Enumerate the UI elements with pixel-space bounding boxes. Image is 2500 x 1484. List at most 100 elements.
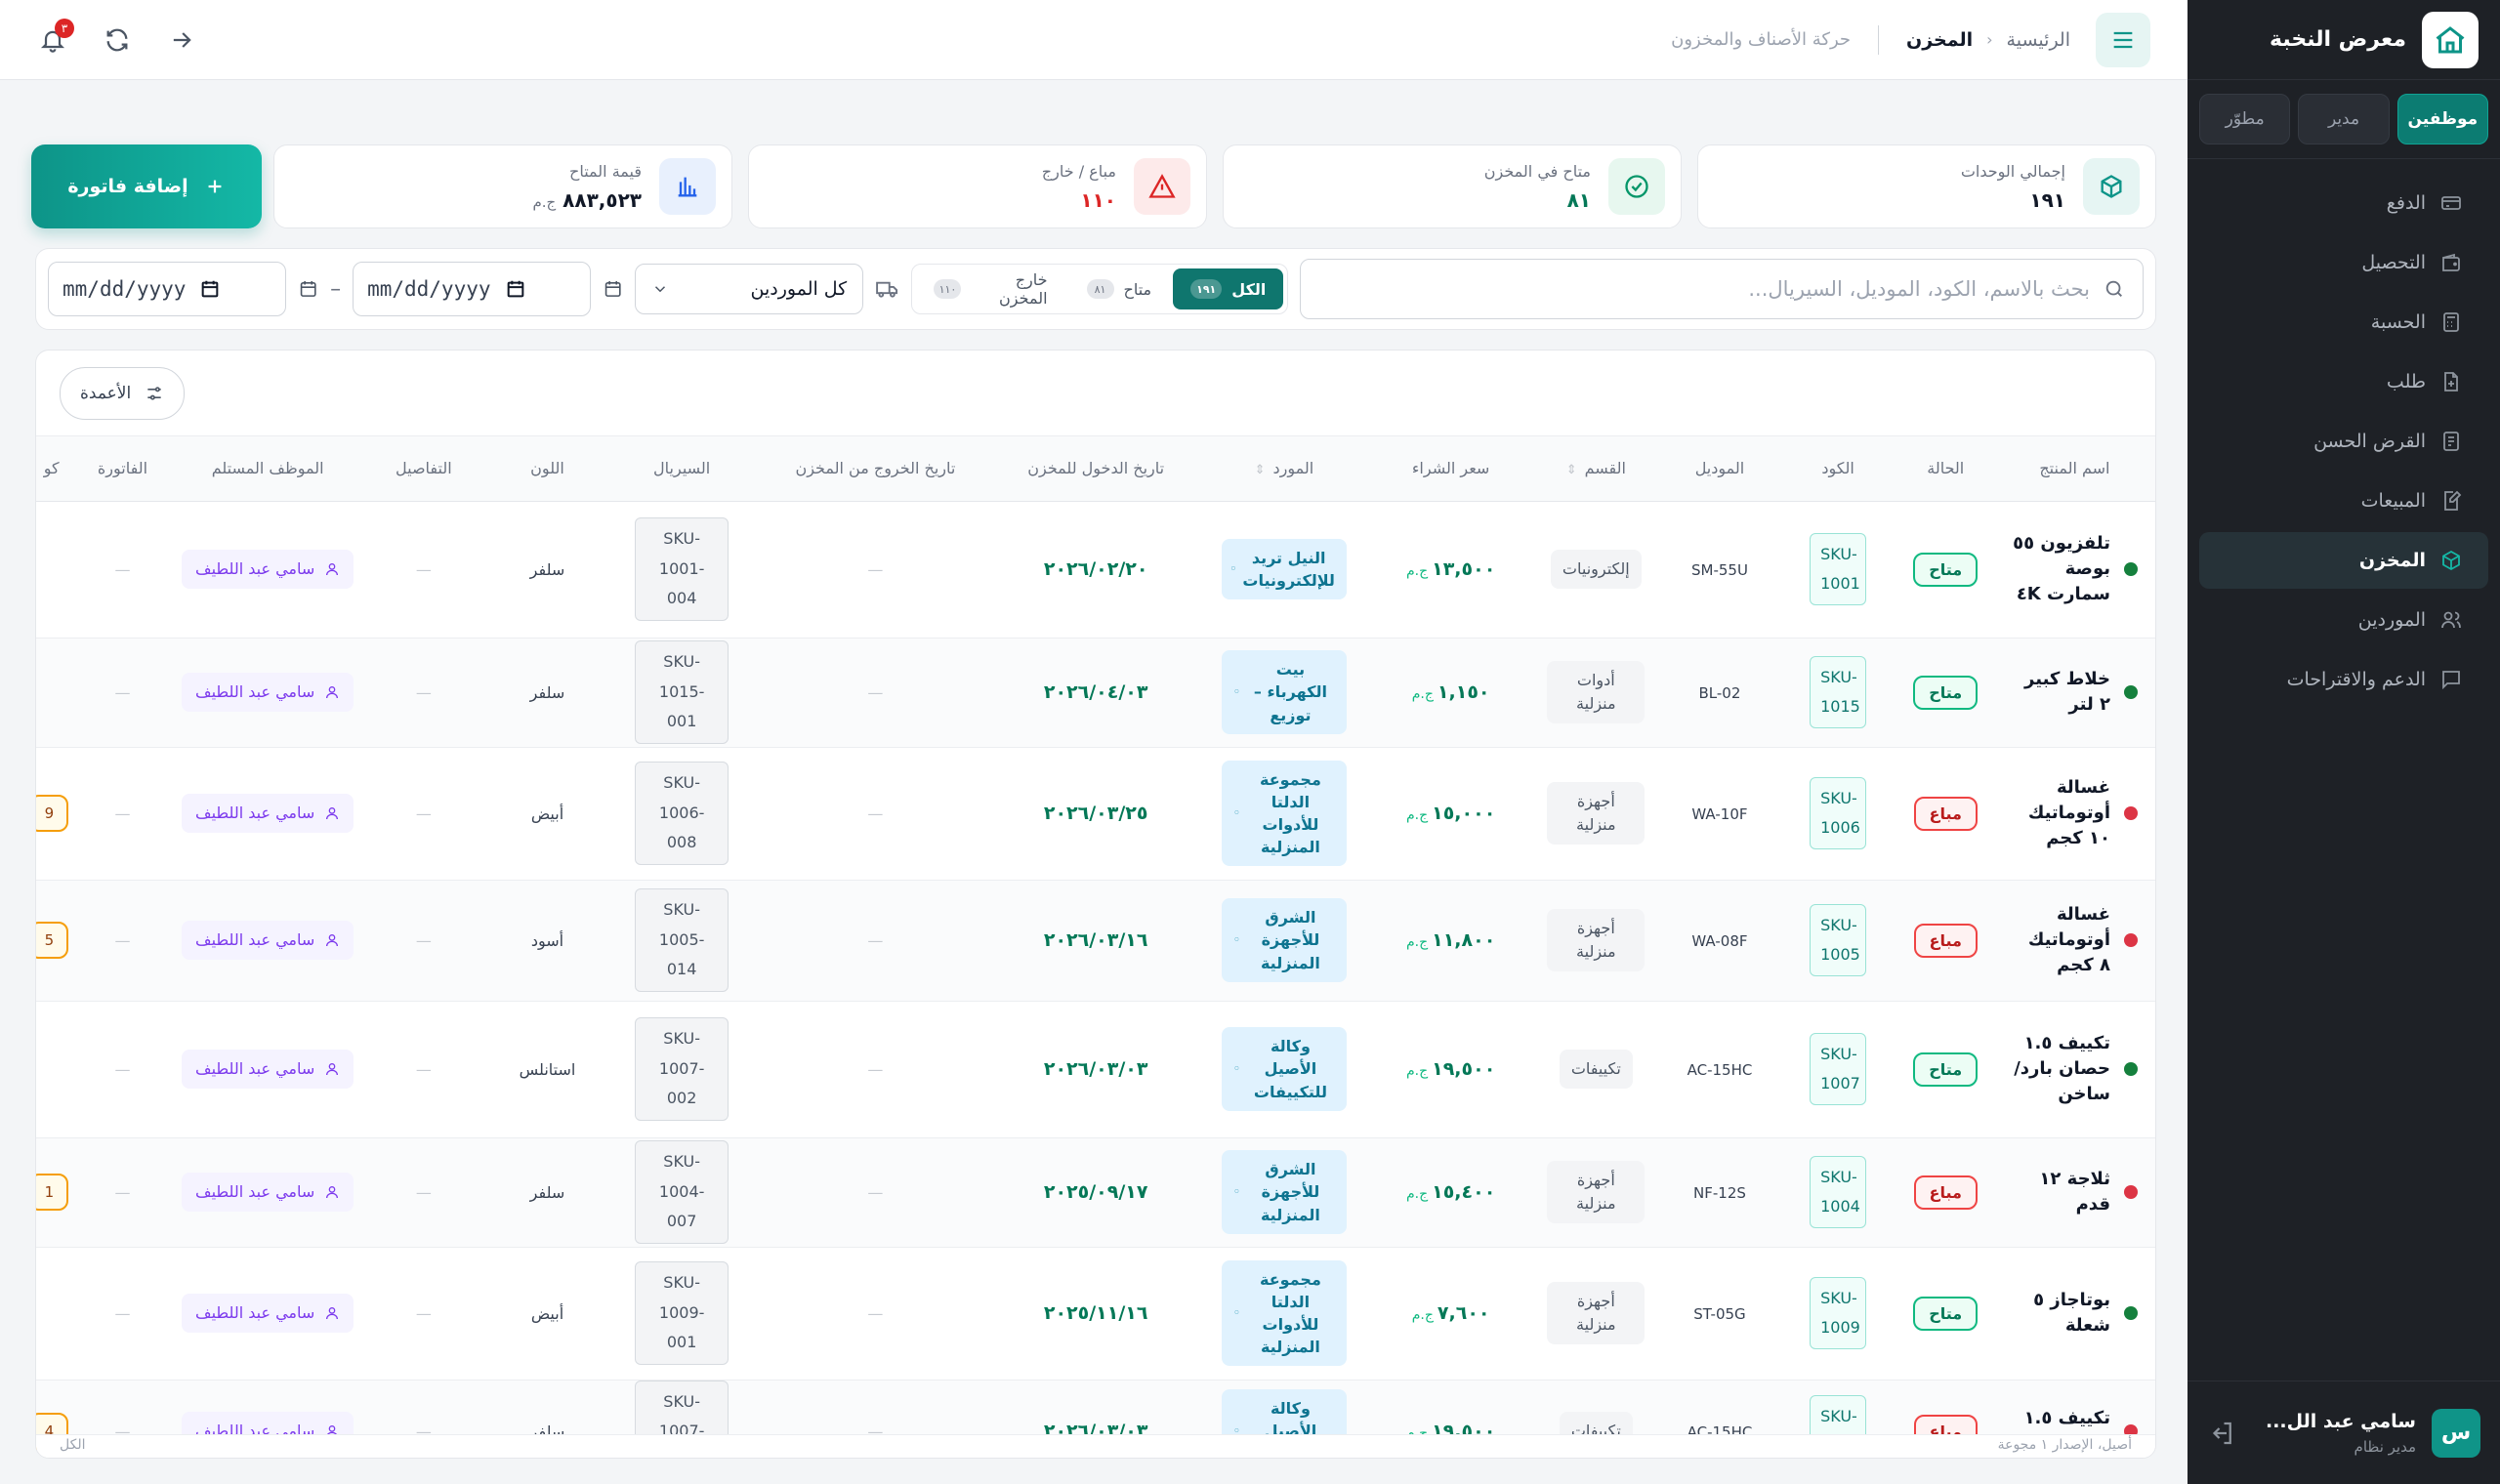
header-serial[interactable]: السيريال [606, 436, 758, 502]
header-status[interactable]: الحالة [1896, 436, 1994, 502]
cell-serial: SKU-1007-002 [606, 1001, 758, 1138]
table-row[interactable]: غسالة أوتوماتيك ٨ كجم مباع SKU-1005 WA-0… [36, 880, 2155, 1002]
header-purchase-price[interactable]: سعر الشراء [1370, 436, 1532, 502]
empty-value: — [867, 682, 884, 702]
home-logo-icon[interactable] [2422, 11, 2479, 68]
role-tab-staff[interactable]: موظفين [2396, 94, 2488, 144]
role-tab-developer[interactable]: مطوّر [2199, 94, 2291, 144]
table-footer-filter[interactable]: الكل [60, 1437, 86, 1456]
supplier-badge[interactable]: النيل تريد للإلكترونيات ◦ [1221, 538, 1347, 600]
cell-invoice: — [68, 747, 177, 881]
header-truncated[interactable]: كو [36, 436, 69, 502]
sidebar-item-support[interactable]: الدعم والاقتراحات [2199, 651, 2488, 708]
cell-truncated [36, 638, 69, 748]
sidebar-item-calculation[interactable]: الحسبة [2199, 294, 2488, 350]
staff-name: سامي عبد اللطيف [195, 1182, 315, 1202]
sidebar-item-warehouse[interactable]: المخزن [2199, 532, 2488, 589]
header-staff[interactable]: الموظف المستلم [176, 436, 359, 502]
supplier-select[interactable]: كل الموردين [635, 264, 864, 314]
product-name[interactable]: ثلاجة ١٢ قدم [2012, 1167, 2110, 1217]
calendar-picker-icon[interactable] [505, 278, 526, 300]
header-product-name[interactable]: اسم المنتج [1993, 436, 2155, 502]
cell-invoice: — [68, 1137, 177, 1248]
status-filter-count: ١٩١ [1190, 279, 1223, 299]
brand-name: معرض النخبة [2270, 27, 2406, 52]
date-to-input[interactable]: mm/dd/yyyy [48, 262, 286, 316]
cell-supplier: النيل تريد للإلكترونيات ◦ [1197, 501, 1371, 639]
search-icon [2105, 280, 2122, 297]
sidebar-item-payment[interactable]: الدفع [2199, 175, 2488, 231]
refresh-button[interactable] [104, 26, 131, 54]
product-name[interactable]: غسالة أوتوماتيك ١٠ كجم [2012, 775, 2110, 851]
sidebar-item-sales[interactable]: المبيعات [2199, 473, 2488, 529]
header-model[interactable]: الموديل [1660, 436, 1779, 502]
cell-product: تلفزيون ٥٥ بوصة سمارت ٤K [1993, 501, 2155, 639]
cell-sku: SKU-1001 [1778, 501, 1897, 639]
header-color[interactable]: اللون [487, 436, 607, 502]
cell-serial: SKU-1004-007 [606, 1137, 758, 1248]
empty-value: — [114, 930, 131, 950]
product-name[interactable]: غسالة أوتوماتيك ٨ كجم [2012, 902, 2110, 978]
table-row[interactable]: تكييف ١.٥ حصان بارد/ساخن متاح SKU-1007 A… [36, 1001, 2155, 1138]
status-filter-all[interactable]: الكل ١٩١ [1173, 268, 1284, 309]
sidebar-item-collection[interactable]: التحصيل [2199, 234, 2488, 291]
status-dot [2124, 1062, 2138, 1076]
supplier-badge[interactable]: وكالة الأصيل للتكييفات ◦ [1221, 1027, 1347, 1111]
table-row[interactable]: ثلاجة ١٢ قدم مباع SKU-1004 NF-12S أجهزة … [36, 1137, 2155, 1248]
sidebar-item-suppliers[interactable]: الموردين [2199, 592, 2488, 648]
role-tab-manager[interactable]: مدير [2298, 94, 2390, 144]
header-details[interactable]: التفاصيل [358, 436, 488, 502]
breadcrumb-home[interactable]: الرئيسية [2007, 29, 2070, 51]
supplier-badge[interactable]: الشرق للأجهزة المنزلية ◦ [1221, 1150, 1347, 1234]
price-value: ١١,٨٠٠ [1432, 929, 1496, 951]
menu-button[interactable] [2096, 12, 2150, 67]
supplier-badge[interactable]: مجموعة الدلتا للأدوات المنزلية ◦ [1221, 760, 1347, 867]
sidebar-item-label: المخزن [2358, 550, 2426, 571]
notifications-button[interactable]: ٣ [39, 18, 74, 54]
invoice-badge[interactable]: 1 [36, 1174, 69, 1211]
empty-value: — [415, 1182, 432, 1202]
header-supplier-label: المورد [1272, 459, 1314, 478]
table-row[interactable]: خلاط كبير ٢ لتر متاح SKU-1015 BL-02 أدوا… [36, 638, 2155, 748]
sidebar-item-loan[interactable]: القرض الحسن [2199, 413, 2488, 470]
supplier-badge[interactable]: مجموعة الدلتا للأدوات المنزلية ◦ [1221, 1259, 1347, 1367]
invoice-badge[interactable]: 9 [36, 795, 69, 832]
cell-category: أدوات منزلية [1531, 638, 1661, 748]
columns-button[interactable]: الأعمدة [60, 366, 186, 420]
staff-badge: سامي عبد اللطيف [182, 921, 354, 960]
header-category[interactable]: القسم ⇕ [1531, 436, 1661, 502]
sidebar-item-request[interactable]: طلب [2199, 353, 2488, 410]
product-name[interactable]: خلاط كبير ٢ لتر [2012, 667, 2110, 718]
supplier-badge[interactable]: الشرق للأجهزة المنزلية ◦ [1221, 898, 1347, 982]
product-name[interactable]: تلفزيون ٥٥ بوصة سمارت ٤K [2012, 531, 2110, 607]
status-badge: مباع [1913, 796, 1978, 831]
user-name: سامي عبد الل... [2265, 1410, 2416, 1432]
status-filter-out[interactable]: خارج المخزن ١١٠ [916, 268, 1064, 309]
header-date-in[interactable]: تاريخ الدخول للمخزن [993, 436, 1198, 502]
status-filter-available[interactable]: متاح ٨١ [1069, 268, 1170, 309]
table-row[interactable]: بوتاجاز ٥ شعلة متاح SKU-1009 ST-05G أجهز… [36, 1247, 2155, 1381]
header-invoice[interactable]: الفاتورة [68, 436, 177, 502]
date-in-value: ٢٠٢٦/٠٤/٠٣ [1043, 681, 1148, 703]
header-supplier[interactable]: المورد ⇕ [1197, 436, 1371, 502]
add-invoice-button[interactable]: إضافة فاتورة [31, 144, 262, 228]
user-role: مدير نظام [2354, 1437, 2416, 1456]
avatar[interactable]: س [2432, 1408, 2480, 1458]
product-name[interactable]: بوتاجاز ٥ شعلة [2012, 1288, 2110, 1339]
date-from-input[interactable]: mm/dd/yyyy [353, 262, 591, 316]
date-in-value: ٢٠٢٦/٠٣/٠٣ [1043, 1058, 1148, 1080]
header-sku[interactable]: الكود [1778, 436, 1897, 502]
empty-value: — [114, 1059, 131, 1079]
invoice-badge[interactable]: 5 [36, 922, 69, 959]
forward-button[interactable] [168, 26, 195, 54]
supplier-badge[interactable]: بيت الكهرباء – توزيع ◦ [1221, 650, 1347, 734]
table-row[interactable]: غسالة أوتوماتيك ١٠ كجم مباع SKU-1006 WA-… [36, 747, 2155, 881]
logout-icon[interactable] [2207, 1419, 2236, 1448]
date-from-value: mm/dd/yyyy [367, 277, 491, 301]
product-name[interactable]: تكييف ١.٥ حصان بارد/ساخن [2012, 1031, 2110, 1107]
calendar-picker-icon[interactable] [199, 278, 221, 300]
sku-badge: SKU-1009 [1810, 1276, 1867, 1350]
header-date-out[interactable]: تاريخ الخروج من المخزن [757, 436, 994, 502]
table-row[interactable]: تلفزيون ٥٥ بوصة سمارت ٤K متاح SKU-1001 S… [36, 501, 2155, 639]
search-input[interactable] [1318, 277, 2090, 301]
